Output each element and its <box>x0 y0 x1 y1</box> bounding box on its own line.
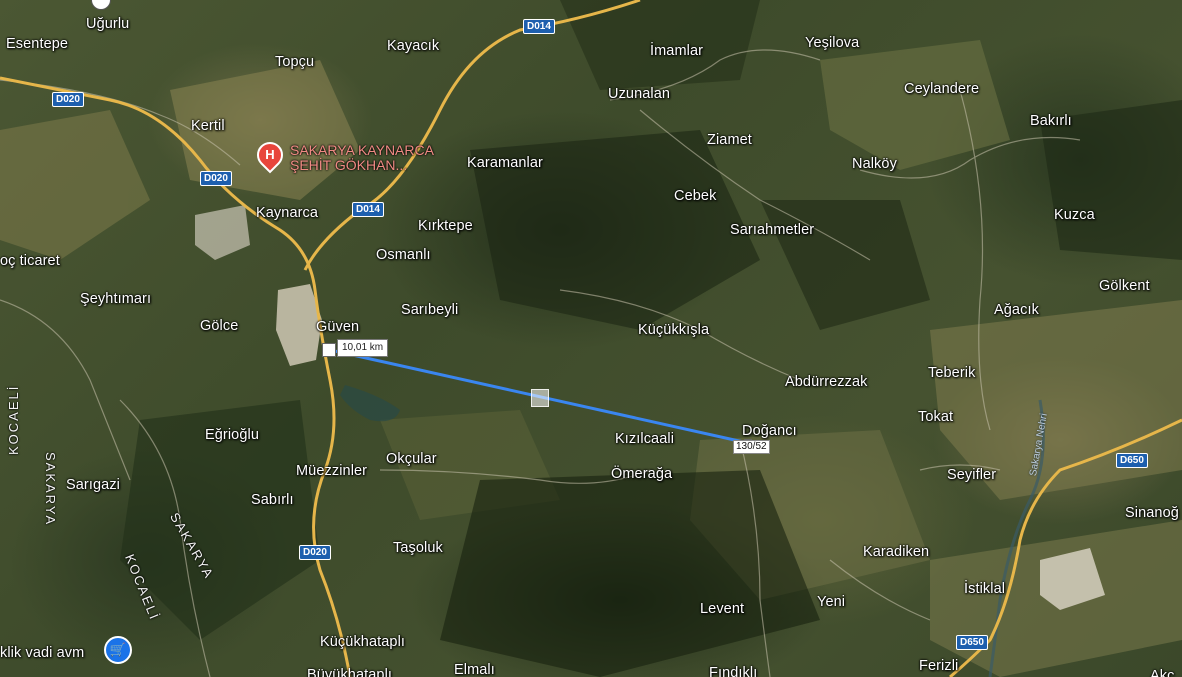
place-golkent[interactable]: Gölkent <box>1099 278 1150 294</box>
distance-label: 10,01 km <box>337 339 389 357</box>
place-istiklal[interactable]: İstiklal <box>964 581 1005 597</box>
place-okcular[interactable]: Okçular <box>386 451 437 467</box>
measurement-start-point[interactable] <box>322 343 336 357</box>
measurement-midpoint-handle[interactable] <box>531 389 549 407</box>
place-saribeyli[interactable]: Sarıbeyli <box>401 302 458 318</box>
place-levent[interactable]: Levent <box>700 601 744 617</box>
road-shield-d014: D014 <box>352 202 384 217</box>
place-yesilova[interactable]: Yeşilova <box>805 35 859 51</box>
place-sarigazi[interactable]: Sarıgazi <box>66 477 120 493</box>
place-kirktepe[interactable]: Kırktepe <box>418 218 473 234</box>
place-seyhtimari[interactable]: Şeyhtımarı <box>80 291 151 307</box>
place-karamanlar[interactable]: Karamanlar <box>467 155 543 171</box>
place-golce[interactable]: Gölce <box>200 318 238 334</box>
place-agacik[interactable]: Ağacık <box>994 302 1039 318</box>
place-kizilcaali[interactable]: Kızılcaali <box>615 431 674 447</box>
hospital-glyph: H <box>265 147 275 162</box>
place-kucukhatapli[interactable]: Küçükhataplı <box>320 634 405 650</box>
place-tasoluk[interactable]: Taşoluk <box>393 540 443 556</box>
place-muezzinler[interactable]: Müezzinler <box>296 463 367 479</box>
road-shield-d020: D020 <box>200 171 232 186</box>
place-ziamet[interactable]: Ziamet <box>707 132 752 148</box>
place-topcu[interactable]: Topçu <box>275 54 314 70</box>
place-kayacik[interactable]: Kayacık <box>387 38 439 54</box>
satellite-map[interactable]: D014 D014 D020 D020 D020 D650 D650 KOCAE… <box>0 0 1182 677</box>
place-cebek[interactable]: Cebek <box>674 188 716 204</box>
place-ferizli[interactable]: Ferizli <box>919 658 958 674</box>
place-osmanli[interactable]: Osmanlı <box>376 247 431 263</box>
province-label-kocaeli: KOCAELİ <box>6 384 21 455</box>
place-ticaret[interactable]: oç ticaret <box>0 253 60 269</box>
place-sariahmetler[interactable]: Sarıahmetler <box>730 222 814 238</box>
hospital-name-line2: ŞEHİT GÖKHAN... <box>290 157 408 173</box>
place-kertil[interactable]: Kertil <box>191 118 225 134</box>
hospital-label[interactable]: SAKARYA KAYNARCA ŞEHİT GÖKHAN... <box>290 143 434 173</box>
road-shield-d650: D650 <box>956 635 988 650</box>
place-kucukkisla[interactable]: Küçükkışla <box>638 322 709 338</box>
place-elmali[interactable]: Elmalı <box>454 662 495 677</box>
hospital-name-line1: SAKARYA KAYNARCA <box>290 142 434 158</box>
place-karadiken[interactable]: Karadiken <box>863 544 929 560</box>
place-kaynarca[interactable]: Kaynarca <box>256 205 318 221</box>
place-tokat[interactable]: Tokat <box>918 409 953 425</box>
road-shield-d020: D020 <box>52 92 84 107</box>
place-dogan[interactable]: Doğancı <box>742 423 797 439</box>
place-bakirli[interactable]: Bakırlı <box>1030 113 1072 129</box>
place-akca[interactable]: Akç <box>1150 668 1174 677</box>
place-yeni[interactable]: Yeni <box>817 594 845 610</box>
place-buyukhatapli[interactable]: Büyükhataplı <box>307 667 392 677</box>
road-shield-d020: D020 <box>299 545 331 560</box>
province-label-sakarya: SAKARYA <box>43 452 58 527</box>
terrain-layer <box>0 0 1182 677</box>
place-omeraga[interactable]: Ömerağa <box>611 466 672 482</box>
place-teberik[interactable]: Teberik <box>928 365 975 381</box>
place-imamlar[interactable]: İmamlar <box>650 43 703 59</box>
mall-label[interactable]: klik vadi avm <box>0 645 84 661</box>
place-egrioglu[interactable]: Eğrioğlu <box>205 427 259 443</box>
place-ugurlu[interactable]: Uğurlu <box>86 16 129 32</box>
place-sabirli[interactable]: Sabırlı <box>251 492 294 508</box>
place-nalkoy[interactable]: Nalköy <box>852 156 897 172</box>
place-ceylandere[interactable]: Ceylandere <box>904 81 979 97</box>
place-uzunalan[interactable]: Uzunalan <box>608 86 670 102</box>
endpoint-label: 130/52 <box>733 440 770 454</box>
place-findikli[interactable]: Fındıklı <box>709 665 757 677</box>
place-sinanoglu[interactable]: Sinanoğ <box>1125 505 1179 521</box>
road-shield-d650: D650 <box>1116 453 1148 468</box>
shopping-cart-icon[interactable]: 🛒 <box>104 636 132 664</box>
place-abdurrezzak[interactable]: Abdürrezzak <box>785 374 868 390</box>
place-esentepe[interactable]: Esentepe <box>6 36 68 52</box>
place-seyifler[interactable]: Seyifler <box>947 467 996 483</box>
road-shield-d014: D014 <box>523 19 555 34</box>
place-guven[interactable]: Güven <box>316 319 359 335</box>
place-kuzca[interactable]: Kuzca <box>1054 207 1095 223</box>
